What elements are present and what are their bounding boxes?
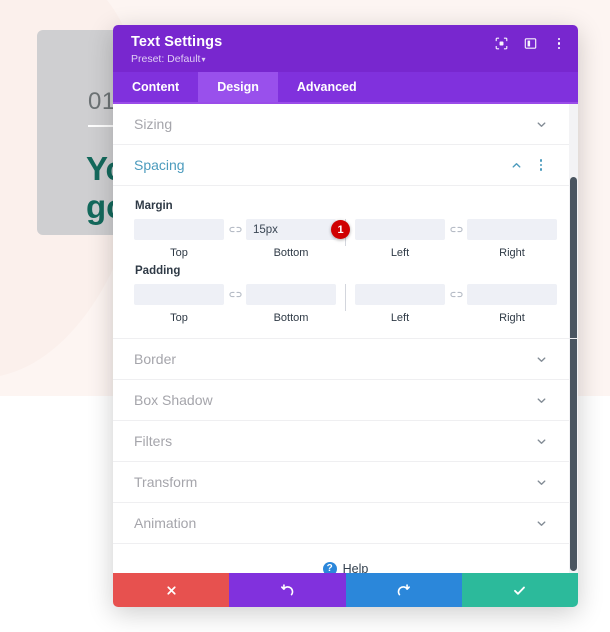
margin-left-right-pair: Left Right bbox=[355, 219, 557, 259]
close-icon bbox=[167, 585, 176, 595]
section-transform-label: Transform bbox=[134, 474, 198, 490]
question-mark-icon: ? bbox=[322, 562, 337, 573]
modal-header: Text Settings Preset: Default▾ bbox=[113, 25, 578, 72]
padding-link-top-bottom-icon[interactable] bbox=[224, 284, 246, 305]
section-spacing[interactable]: Spacing bbox=[113, 145, 578, 186]
chevron-down-icon bbox=[535, 476, 548, 489]
padding-field-row: Top Bottom Left Right bbox=[134, 284, 557, 324]
tab-design[interactable]: Design bbox=[198, 72, 278, 102]
padding-right-input[interactable] bbox=[467, 284, 557, 305]
preset-label: Preset: Default bbox=[131, 53, 201, 65]
margin-left-label: Left bbox=[390, 247, 410, 259]
margin-right-input[interactable] bbox=[467, 219, 557, 240]
padding-right-cell: Right bbox=[467, 284, 557, 324]
help-label: Help bbox=[342, 562, 369, 573]
section-spacing-tools bbox=[510, 158, 548, 173]
section-border[interactable]: Border bbox=[113, 339, 578, 380]
padding-bottom-cell: Bottom bbox=[246, 284, 336, 324]
header-icon-group bbox=[494, 36, 566, 51]
section-animation-label: Animation bbox=[134, 515, 197, 531]
padding-top-label: Top bbox=[170, 312, 188, 324]
text-settings-modal: Text Settings Preset: Default▾ Content D… bbox=[113, 25, 578, 607]
margin-top-input[interactable] bbox=[134, 219, 224, 240]
margin-bottom-label: Bottom bbox=[273, 247, 309, 259]
layout-columns-icon[interactable] bbox=[523, 36, 538, 51]
save-button[interactable] bbox=[461, 573, 578, 607]
undo-icon bbox=[280, 583, 294, 595]
padding-bottom-input[interactable] bbox=[246, 284, 336, 305]
chevron-down-icon bbox=[535, 353, 548, 366]
margin-group-label: Margin bbox=[135, 200, 173, 212]
chevron-down-icon bbox=[535, 435, 548, 448]
preset-selector[interactable]: Preset: Default▾ bbox=[131, 53, 562, 65]
section-animation[interactable]: Animation bbox=[113, 503, 578, 544]
chevron-down-icon: ▾ bbox=[201, 55, 206, 64]
padding-group-label: Padding bbox=[135, 265, 181, 277]
margin-right-cell: Right bbox=[467, 219, 557, 259]
padding-top-cell: Top bbox=[134, 284, 224, 324]
padding-divider bbox=[345, 284, 346, 311]
modal-tabs: Content Design Advanced bbox=[113, 72, 578, 104]
more-options-icon[interactable] bbox=[552, 36, 566, 51]
responsive-preview-icon[interactable] bbox=[494, 36, 509, 51]
section-border-label: Border bbox=[134, 351, 177, 367]
undo-button[interactable] bbox=[229, 573, 346, 607]
help-link[interactable]: ? Help bbox=[113, 544, 578, 573]
chevron-up-icon[interactable] bbox=[510, 159, 523, 172]
margin-link-left-right-icon[interactable] bbox=[445, 219, 467, 240]
margin-link-top-bottom-icon[interactable] bbox=[224, 219, 246, 240]
margin-left-cell: Left bbox=[355, 219, 445, 259]
spacing-panel: Margin 1 Top 15px Bottom Left Right Padd… bbox=[113, 186, 578, 339]
padding-left-input[interactable] bbox=[355, 284, 445, 305]
redo-icon bbox=[397, 583, 411, 595]
margin-bottom-input[interactable]: 15px bbox=[246, 219, 336, 240]
margin-field-row: 1 Top 15px Bottom Left Right bbox=[134, 219, 557, 259]
section-filters-label: Filters bbox=[134, 433, 173, 449]
section-box-shadow-label: Box Shadow bbox=[134, 392, 213, 408]
modal-body: Sizing Spacing Margin 1 Top 15px Bottom … bbox=[113, 104, 578, 573]
redo-button[interactable] bbox=[345, 573, 462, 607]
tab-advanced[interactable]: Advanced bbox=[278, 72, 376, 102]
section-transform[interactable]: Transform bbox=[113, 462, 578, 503]
padding-left-right-pair: Left Right bbox=[355, 284, 557, 324]
padding-top-input[interactable] bbox=[134, 284, 224, 305]
margin-top-bottom-pair: Top 15px Bottom bbox=[134, 219, 336, 259]
chevron-down-icon bbox=[535, 394, 548, 407]
section-sizing[interactable]: Sizing bbox=[113, 104, 578, 145]
padding-link-left-right-icon[interactable] bbox=[445, 284, 467, 305]
padding-left-label: Left bbox=[390, 312, 410, 324]
cancel-button[interactable] bbox=[113, 573, 230, 607]
check-icon bbox=[514, 586, 526, 595]
section-box-shadow[interactable]: Box Shadow bbox=[113, 380, 578, 421]
tab-content[interactable]: Content bbox=[113, 72, 198, 102]
margin-badge: 1 bbox=[331, 220, 350, 239]
section-sizing-label: Sizing bbox=[134, 116, 173, 132]
modal-footer bbox=[113, 573, 578, 607]
section-filters[interactable]: Filters bbox=[113, 421, 578, 462]
margin-top-label: Top bbox=[170, 247, 188, 259]
padding-bottom-label: Bottom bbox=[273, 312, 309, 324]
chevron-down-icon bbox=[535, 118, 548, 131]
margin-top-cell: Top bbox=[134, 219, 224, 259]
padding-right-label: Right bbox=[499, 312, 525, 324]
background-card-number: 01 bbox=[88, 88, 116, 115]
margin-right-label: Right bbox=[499, 247, 525, 259]
margin-left-input[interactable] bbox=[355, 219, 445, 240]
chevron-down-icon bbox=[535, 517, 548, 530]
padding-top-bottom-pair: Top Bottom bbox=[134, 284, 336, 324]
margin-bottom-cell: 15px Bottom bbox=[246, 219, 336, 259]
section-options-icon[interactable] bbox=[534, 158, 548, 173]
section-spacing-label: Spacing bbox=[134, 157, 185, 173]
padding-left-cell: Left bbox=[355, 284, 445, 324]
